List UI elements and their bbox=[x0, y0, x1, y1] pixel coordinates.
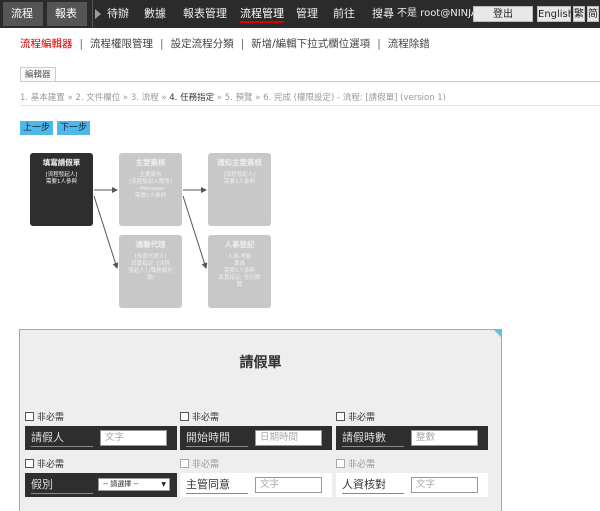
required-toggle[interactable]: 非必需 bbox=[25, 412, 177, 424]
required-toggle[interactable]: 非必需 bbox=[180, 459, 332, 471]
field-bar[interactable]: 開始時間 日期時間 bbox=[180, 426, 332, 450]
field-label: 請假人 bbox=[31, 431, 93, 447]
form-field-requester: 非必需 請假人 文字 bbox=[25, 412, 177, 450]
flow-node-primary-approval[interactable]: 主要簽核 主要簽核 [流程發起人職等] - Manager 需要1人參與 bbox=[119, 153, 182, 226]
field-label: 人資核對 bbox=[342, 478, 404, 494]
flow-node-title: 人事登記 bbox=[224, 240, 255, 249]
flow-node-title: 通知主要簽核 bbox=[217, 158, 262, 167]
flow-node-desc: 需要1人參與 bbox=[224, 268, 255, 274]
form-title: 請假單 bbox=[239, 355, 282, 371]
field-bar[interactable]: 人資核對 文字 bbox=[336, 473, 488, 497]
required-toggle[interactable]: 非必需 bbox=[180, 412, 332, 424]
form-field-hr-check: 非必需 人資核對 文字 bbox=[336, 459, 488, 497]
required-toggle[interactable]: 非必需 bbox=[336, 459, 488, 471]
text-input[interactable]: 文字 bbox=[255, 477, 322, 493]
form-field-leave-type: 非必需 假別 -- 請選擇 -- ▼ bbox=[25, 459, 177, 497]
flow-node-fill-leave-form[interactable]: 填寫請假單 [流程發起人] 需要1人參與 bbox=[30, 153, 93, 226]
flow-node-desc: 體 bbox=[236, 282, 243, 288]
flow-node-desc: 導) bbox=[146, 275, 155, 281]
flow-node-desc: 真實指定: 任何群 bbox=[218, 275, 261, 281]
flow-node-desc: - Manager bbox=[136, 186, 165, 192]
flow-node-notify-agent[interactable]: 通聯代理 [休假代理人] 真實指定: [流程 發起人] (職務類別 導) bbox=[119, 235, 182, 308]
form-field-manager-approval: 非必需 主管同意 文字 bbox=[180, 459, 332, 497]
flow-node-desc: 真實指定: [流程 bbox=[131, 261, 170, 267]
flow-arrow bbox=[182, 195, 208, 269]
corner-fold-icon bbox=[493, 329, 502, 338]
integer-input[interactable]: 整數 bbox=[411, 430, 478, 446]
field-bar[interactable]: 請假人 文字 bbox=[25, 426, 177, 450]
flow-node-desc: 需要1人參與 bbox=[135, 193, 166, 199]
datetime-input[interactable]: 日期時間 bbox=[255, 430, 322, 446]
flow-node-desc: 需要1人參與 bbox=[46, 179, 77, 185]
flow-node-desc: 人事-考勤 bbox=[227, 254, 252, 260]
flow-node-notify-approval[interactable]: 通知主要簽核 [流程發起人] 需要1人參與 bbox=[208, 153, 271, 226]
flow-node-title: 主要簽核 bbox=[135, 158, 166, 167]
flow-node-desc: [流程發起人職等] bbox=[129, 179, 172, 185]
checkbox-icon[interactable] bbox=[180, 459, 189, 468]
checkbox-icon[interactable] bbox=[25, 459, 34, 468]
flow-node-desc: 發起人] (職務類別 bbox=[128, 268, 173, 274]
field-label: 請假時數 bbox=[342, 431, 404, 447]
flow-node-desc: [流程發起人] bbox=[223, 172, 256, 178]
field-label: 假別 bbox=[31, 478, 93, 494]
form-field-start-time: 非必需 開始時間 日期時間 bbox=[180, 412, 332, 450]
flow-node-desc: 需要1人參與 bbox=[224, 179, 255, 185]
flow-node-desc: 主要簽核 bbox=[139, 172, 162, 178]
checkbox-icon[interactable] bbox=[336, 412, 345, 421]
flow-arrow bbox=[93, 195, 119, 269]
field-bar[interactable]: 主管同意 文字 bbox=[180, 473, 332, 497]
checkbox-icon[interactable] bbox=[25, 412, 34, 421]
required-toggle[interactable]: 非必需 bbox=[25, 459, 177, 471]
flow-node-desc: [休假代理人] bbox=[134, 254, 167, 260]
flow-node-desc: 專員 bbox=[233, 261, 245, 267]
caret-down-icon: ▼ bbox=[161, 481, 166, 488]
text-input[interactable]: 文字 bbox=[100, 430, 167, 446]
flow-node-title: 填寫請假單 bbox=[42, 158, 81, 167]
leave-type-select[interactable]: -- 請選擇 -- ▼ bbox=[98, 478, 170, 491]
flow-node-title: 通聯代理 bbox=[135, 240, 166, 249]
field-label: 主管同意 bbox=[186, 478, 248, 494]
flow-node-desc: [流程發起人] bbox=[45, 172, 78, 178]
field-bar[interactable]: 假別 -- 請選擇 -- ▼ bbox=[25, 473, 177, 497]
text-input[interactable]: 文字 bbox=[411, 477, 478, 493]
flow-node-hr-register[interactable]: 人事登記 人事-考勤 專員 需要1人參與 真實指定: 任何群 體 bbox=[208, 235, 271, 308]
checkbox-icon[interactable] bbox=[180, 412, 189, 421]
field-bar[interactable]: 請假時數 整數 bbox=[336, 426, 488, 450]
form-field-leave-hours: 非必需 請假時數 整數 bbox=[336, 412, 488, 450]
required-toggle[interactable]: 非必需 bbox=[336, 412, 488, 424]
form-preview-panel: 請假單 非必需 請假人 文字 非必需 開始時間 日期時間 非必需 請假時數 整數… bbox=[19, 329, 502, 511]
checkbox-icon[interactable] bbox=[336, 459, 345, 468]
field-label: 開始時間 bbox=[186, 431, 248, 447]
